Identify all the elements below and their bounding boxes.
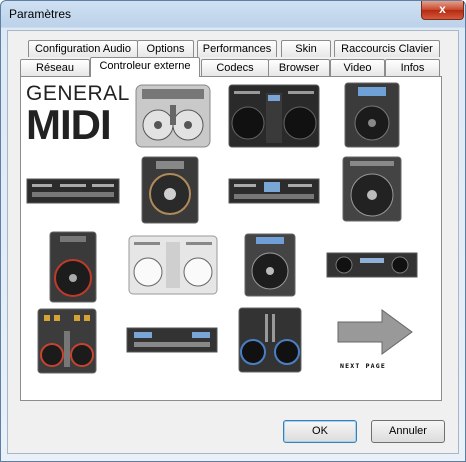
controller-thumb-9[interactable]: [128, 234, 218, 296]
controller-thumb-1[interactable]: [134, 83, 212, 149]
controller-thumb-3[interactable]: [342, 81, 402, 149]
controller-thumb-4[interactable]: [26, 176, 120, 206]
tab-infos[interactable]: Infos: [385, 59, 440, 76]
general-midi-logo[interactable]: GENERAL MIDI: [26, 83, 129, 149]
controller-thumb-7[interactable]: [340, 155, 404, 223]
controller-thumb-8[interactable]: [46, 231, 100, 303]
ok-button[interactable]: OK: [283, 420, 357, 443]
controller-thumb-5[interactable]: [138, 156, 202, 224]
tab-codecs[interactable]: Codecs: [201, 59, 269, 76]
tab-row-top: Configuration Audio Options Performances…: [0, 40, 466, 57]
tab-raccourcis-clavier[interactable]: Raccourcis Clavier: [334, 40, 440, 57]
tab-controleur-externe[interactable]: Controleur externe: [90, 57, 200, 77]
tab-row-bottom: Réseau Controleur externe Codecs Browser…: [0, 57, 466, 77]
next-page-label[interactable]: NEXT PAGE: [340, 362, 386, 370]
next-page-arrow-icon[interactable]: [334, 306, 416, 358]
controller-thumb-2[interactable]: [228, 83, 320, 149]
controller-thumb-12[interactable]: [36, 307, 98, 375]
controller-thumb-10[interactable]: [242, 233, 298, 297]
controller-thumb-14[interactable]: [237, 306, 303, 374]
controller-thumb-11[interactable]: [326, 251, 418, 279]
tab-video[interactable]: Video: [330, 59, 385, 76]
close-button[interactable]: x: [421, 1, 464, 20]
tab-options[interactable]: Options: [137, 40, 194, 57]
tab-reseau[interactable]: Réseau: [20, 59, 90, 76]
tab-performances[interactable]: Performances: [197, 40, 277, 57]
cancel-button[interactable]: Annuler: [371, 420, 445, 443]
tab-configuration-audio[interactable]: Configuration Audio: [28, 40, 138, 57]
controller-thumb-6[interactable]: [228, 176, 320, 206]
tab-skin[interactable]: Skin: [281, 40, 331, 57]
controller-thumb-13[interactable]: [126, 326, 218, 354]
window-title: Paramètres: [9, 7, 72, 21]
tab-browser[interactable]: Browser: [268, 59, 330, 76]
general-midi-logo-text-bottom: MIDI: [26, 101, 112, 148]
